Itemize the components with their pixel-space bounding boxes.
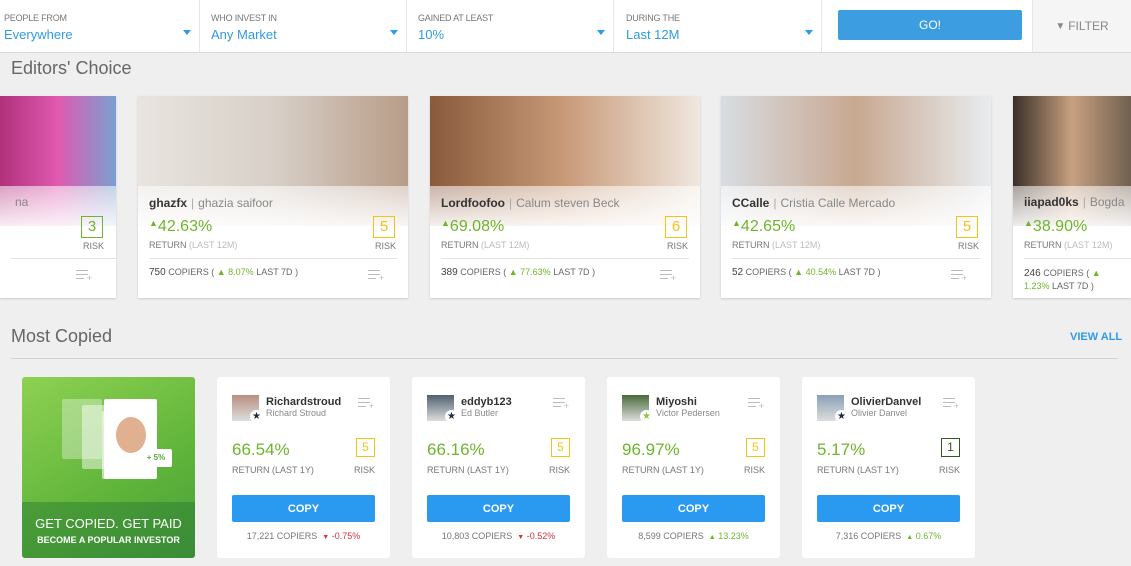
username[interactable]: Richardstroud: [266, 396, 341, 408]
gain-badge: + 5%: [140, 449, 172, 467]
editors-choice-card[interactable]: iiapad0ks | Bogda ▲38.90% RETURN (LAST 12M…: [1013, 96, 1131, 298]
star-icon: ★: [250, 410, 263, 423]
arrow-up-icon: ▲: [1091, 268, 1101, 278]
username[interactable]: Lordfoofoo: [441, 196, 505, 210]
add-to-watchlist-icon[interactable]: +: [951, 270, 967, 283]
return-value: 69.08%: [449, 218, 505, 235]
arrow-up-icon: ▲: [732, 218, 741, 228]
arrow-up-icon: ▲: [1024, 218, 1033, 228]
chevron-down-icon: [805, 30, 813, 35]
copiers-count: 750 COPIERS ( ▲ 8.07% LAST 7D ): [149, 267, 299, 278]
risk-score: 3: [81, 216, 103, 238]
copiers-count: 10,803 COPIERS ▼ -0.52%: [441, 531, 556, 541]
most-copied-card: ★ Miyoshi Victor Pedersen + 96.97% RETUR…: [607, 377, 780, 558]
star-icon: ★: [640, 410, 653, 423]
funnel-icon: ▼: [1055, 20, 1066, 32]
full-name: Calum steven Beck: [516, 196, 620, 210]
risk-score: 5: [356, 438, 375, 457]
invest-in-select[interactable]: WHO INVEST IN Any Market: [207, 0, 407, 52]
risk-score: 5: [956, 216, 978, 238]
username[interactable]: Miyoshi: [656, 396, 697, 408]
editors-choice-card[interactable]: Lordfoofoo | Calum steven Beck ▲69.08% RET…: [430, 96, 700, 298]
copiers-count: 7,316 COPIERS ▲ 0.67%: [835, 531, 942, 541]
full-name: Olivier Danvel: [851, 408, 908, 418]
arrow-up-icon: ▲: [794, 267, 804, 277]
copy-button[interactable]: COPY: [622, 495, 765, 522]
copy-button[interactable]: COPY: [427, 495, 570, 522]
most-copied-card: ★ Richardstroud Richard Stroud + 66.54% …: [217, 377, 390, 558]
username[interactable]: iiapad0ks: [1024, 195, 1079, 209]
full-name: Richard Stroud: [266, 408, 327, 418]
username[interactable]: eddyb123: [461, 396, 512, 408]
risk-score: 6: [665, 216, 687, 238]
arrow-up-icon: ▲: [216, 267, 226, 277]
divider: [11, 358, 1118, 359]
filter-button[interactable]: ▼ FILTER: [1032, 0, 1131, 52]
view-all-link[interactable]: VIEW ALL: [1070, 331, 1122, 343]
risk-score: 5: [373, 216, 395, 238]
most-copied-card: ★ OlivierDanvel Olivier Danvel + 5.17% R…: [802, 377, 975, 558]
return-value: 38.90%: [1032, 218, 1088, 235]
editors-choice-title: Editors' Choice: [11, 58, 132, 78]
return-value: 66.54%: [232, 440, 290, 459]
investor-photo: [104, 399, 157, 479]
add-to-watchlist-icon[interactable]: +: [943, 398, 959, 411]
people-from-select[interactable]: PEOPLE FROM Everywhere: [0, 0, 200, 52]
risk-score: 1: [941, 438, 960, 457]
add-to-watchlist-icon[interactable]: +: [358, 398, 374, 411]
arrow-up-icon: ▲: [906, 534, 914, 541]
during-select[interactable]: DURING THE Last 12M: [622, 0, 822, 52]
arrow-up-icon: ▲: [149, 218, 158, 228]
arrow-down-icon: ▼: [322, 534, 330, 541]
return-value: 66.16%: [427, 440, 485, 459]
filter-bar: PEOPLE FROM Everywhere WHO INVEST IN Any M…: [0, 0, 1131, 53]
arrow-up-icon: ▲: [508, 267, 518, 277]
copiers-count: 52 COPIERS ( ▲ 40.54% LAST 7D ): [732, 267, 881, 278]
return-value: 96.97%: [622, 440, 680, 459]
chevron-down-icon: [390, 30, 398, 35]
gained-at-least-select[interactable]: GAINED AT LEAST 10%: [414, 0, 614, 52]
full-name: ghazia saifoor: [198, 196, 273, 210]
add-to-watchlist-icon[interactable]: +: [660, 270, 676, 283]
arrow-up-icon: ▲: [708, 534, 716, 541]
star-icon: ★: [445, 410, 458, 423]
add-to-watchlist-icon[interactable]: +: [553, 398, 569, 411]
editors-choice-card[interactable]: na 3 RISK +: [0, 96, 116, 298]
editors-choice-card[interactable]: CCalle | Cristia Calle Mercado ▲42.65% RET…: [721, 96, 991, 298]
copy-button[interactable]: COPY: [232, 495, 375, 522]
full-name: Bogda: [1089, 195, 1125, 209]
username[interactable]: ghazfx: [149, 196, 187, 210]
copy-button[interactable]: COPY: [817, 495, 960, 522]
copiers-count: 389 COPIERS ( ▲ 77.63% LAST 7D ): [441, 267, 596, 278]
editors-choice-card[interactable]: ghazfx | ghazia saifoor ▲42.63% RETURN (LA…: [138, 96, 408, 298]
risk-score: 5: [746, 438, 765, 457]
most-copied-title: Most Copied: [11, 326, 113, 346]
add-to-watchlist-icon[interactable]: +: [368, 270, 384, 283]
full-name: Cristia Calle Mercado: [780, 196, 896, 210]
username[interactable]: CCalle: [732, 196, 769, 210]
copiers-count: 246 COPIERS ( ▲ 1.23% LAST 7D ): [1024, 268, 1101, 291]
copiers-count: 8,599 COPIERS ▲ 13.23%: [638, 531, 749, 541]
return-value: 5.17%: [817, 440, 866, 459]
return-value: 42.63%: [157, 218, 213, 235]
full-name: Ed Butler: [461, 408, 499, 418]
chevron-down-icon: [597, 30, 605, 35]
popular-investor-banner[interactable]: + 5% GET COPIED. GET PAID BECOME A POPUL…: [22, 377, 195, 558]
arrow-up-icon: ▲: [441, 218, 450, 228]
most-copied-card: ★ eddyb123 Ed Butler + 66.16% RETURN (LA…: [412, 377, 585, 558]
username[interactable]: OlivierDanvel: [851, 396, 921, 408]
add-to-watchlist-icon[interactable]: +: [748, 398, 764, 411]
copiers-count: 17,221 COPIERS ▼ -0.75%: [246, 531, 361, 541]
full-name: na: [15, 195, 29, 209]
risk-score: 5: [551, 438, 570, 457]
return-value: 42.65%: [740, 218, 796, 235]
full-name: Victor Pedersen: [656, 408, 720, 418]
chevron-down-icon: [183, 30, 191, 35]
star-icon: ★: [835, 410, 848, 423]
go-button[interactable]: GO!: [838, 10, 1022, 40]
add-to-watchlist-icon[interactable]: +: [76, 270, 92, 283]
arrow-down-icon: ▼: [517, 534, 525, 541]
